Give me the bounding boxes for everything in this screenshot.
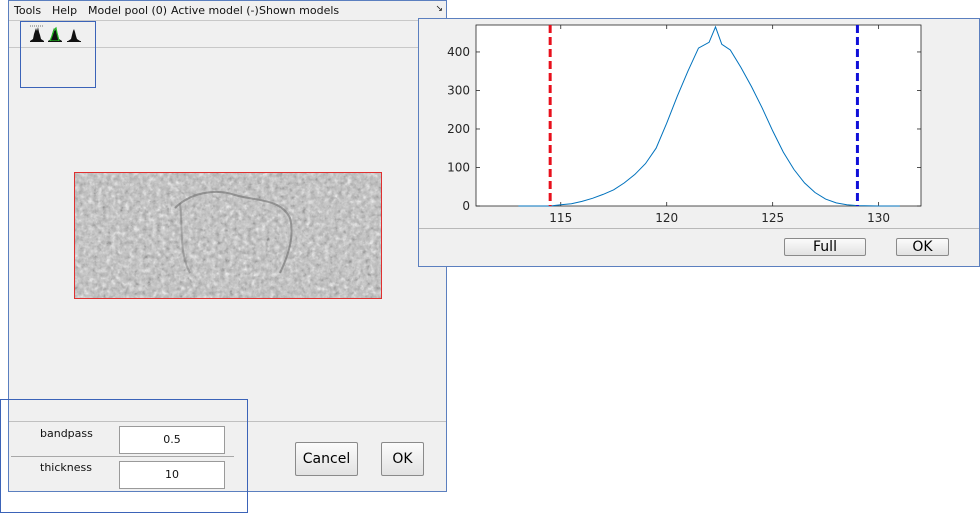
x-tick-label: 130 [867, 211, 890, 225]
bottom-separator [9, 421, 446, 422]
thickness-label: thickness [40, 461, 92, 474]
bandpass-label: bandpass [40, 427, 93, 440]
tomogram-image[interactable] [74, 172, 382, 299]
y-tick-label: 100 [447, 160, 470, 174]
histogram-separator [419, 228, 979, 229]
menu-help[interactable]: Help [52, 4, 77, 17]
full-button[interactable]: Full [784, 238, 866, 256]
histogram-ok-button[interactable]: OK [896, 238, 949, 256]
param-row-separator [11, 456, 234, 457]
menu-active-model[interactable]: Active model (-) [171, 4, 259, 17]
histogram-small-icon[interactable] [66, 25, 82, 43]
y-tick-label: 400 [447, 45, 470, 59]
histogram-icon[interactable] [29, 25, 45, 43]
histogram-chart[interactable]: 115 120 125 130 0 100 200 300 400 [419, 19, 979, 226]
histogram-green-icon[interactable] [47, 25, 63, 43]
x-tick-label: 120 [655, 211, 678, 225]
histogram-window: 115 120 125 130 0 100 200 300 400 Full OK [418, 18, 980, 267]
cancel-button[interactable]: Cancel [295, 442, 358, 476]
bandpass-input[interactable]: 0.5 [119, 426, 225, 454]
y-tick-label: 0 [462, 199, 470, 213]
ok-button[interactable]: OK [381, 442, 424, 476]
menu-bar: Tools Help Model pool (0) Active model (… [9, 1, 446, 21]
toolbar [9, 21, 446, 88]
menu-shown-models[interactable]: Shown models [259, 4, 339, 17]
x-tick-label: 115 [549, 211, 572, 225]
main-window: Tools Help Model pool (0) Active model (… [8, 0, 447, 492]
y-tick-label: 200 [447, 122, 470, 136]
tomogram-image-canvas [75, 173, 381, 298]
thickness-input[interactable]: 10 [119, 461, 225, 489]
resize-arrow-icon[interactable]: ↘ [435, 4, 443, 14]
plot-area [475, 24, 922, 207]
y-tick-label: 300 [447, 83, 470, 97]
menu-model-pool[interactable]: Model pool (0) [88, 4, 167, 17]
menu-tools[interactable]: Tools [14, 4, 41, 17]
x-tick-label: 125 [761, 211, 784, 225]
